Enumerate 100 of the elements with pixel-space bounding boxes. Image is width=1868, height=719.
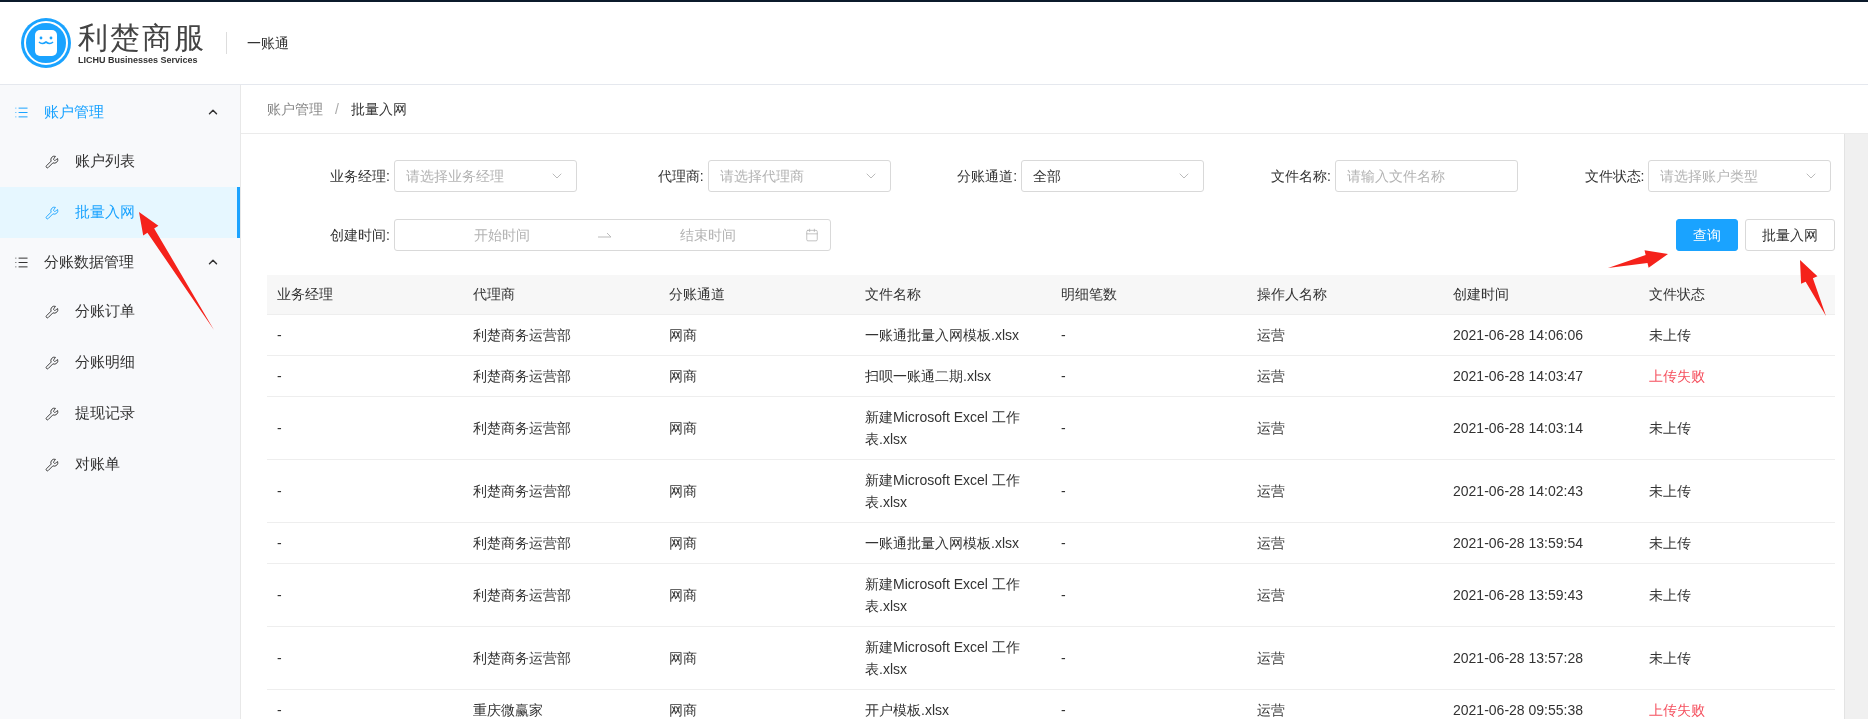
table-cell: - [1051, 355, 1247, 396]
filter-label: 业务经理: [329, 166, 391, 186]
menu-item[interactable]: 分账订单 [0, 286, 240, 337]
table-cell: 2021-06-28 14:02:43 [1443, 459, 1639, 522]
table-cell: 新建Microsoft Excel 工作表.xlsx [855, 563, 1051, 626]
app-name: 一账通 [247, 33, 289, 53]
table-cell: - [1051, 396, 1247, 459]
status-cell: 上传失败 [1639, 689, 1835, 719]
table-cell: - [1051, 626, 1247, 689]
table-cell: 2021-06-28 14:03:14 [1443, 396, 1639, 459]
filter-label: 创建时间: [329, 225, 391, 245]
table-cell: 运营 [1247, 396, 1443, 459]
breadcrumb-item[interactable]: 账户管理 [267, 98, 323, 120]
table-cell: 网商 [659, 689, 855, 719]
filter-label: 文件状态: [1583, 166, 1646, 186]
wrench-icon [45, 304, 59, 319]
table-cell: 新建Microsoft Excel 工作表.xlsx [855, 626, 1051, 689]
table-cell: - [1051, 459, 1247, 522]
table-cell: 2021-06-28 13:59:43 [1443, 563, 1639, 626]
calendar-icon [804, 228, 819, 242]
menu-group[interactable]: 分账数据管理 [0, 238, 240, 286]
column-header: 创建时间 [1443, 275, 1639, 314]
wrench-icon [45, 355, 59, 370]
table-cell: 网商 [659, 522, 855, 563]
menu-group-label: 分账数据管理 [44, 251, 135, 272]
table-cell: - [267, 522, 463, 563]
status-cell: 未上传 [1639, 314, 1835, 355]
mascot-logo-icon [20, 17, 72, 69]
table-cell: 新建Microsoft Excel 工作表.xlsx [855, 396, 1051, 459]
table-cell: - [267, 459, 463, 522]
table-cell: 利楚商务运营部 [463, 522, 659, 563]
status-cell: 未上传 [1639, 396, 1835, 459]
table-cell: - [267, 314, 463, 355]
filter-label: 分账通道: [956, 166, 1019, 186]
table-cell: 网商 [659, 396, 855, 459]
table-cell: 运营 [1247, 689, 1443, 719]
annotation-arrow [1800, 260, 1826, 316]
table-cell: - [1051, 314, 1247, 355]
scrollbar-track[interactable] [1844, 134, 1868, 719]
table-cell: 网商 [659, 459, 855, 522]
table-cell: 网商 [659, 314, 855, 355]
input-field[interactable]: 请输入文件名称 [1334, 160, 1518, 192]
table-cell: - [267, 396, 463, 459]
table-cell: 2021-06-28 14:03:47 [1443, 355, 1639, 396]
menu-item[interactable]: 提现记录 [0, 388, 240, 439]
table-cell: - [1051, 522, 1247, 563]
logo-subtitle: LICHU Businesses Services [78, 54, 199, 66]
table-cell: - [267, 626, 463, 689]
status-cell: 未上传 [1639, 563, 1835, 626]
table-cell: 利楚商务运营部 [463, 459, 659, 522]
table-cell: - [267, 689, 463, 719]
table-cell: 网商 [659, 355, 855, 396]
menu-item[interactable]: 分账明细 [0, 337, 240, 388]
table-cell: 运营 [1247, 314, 1443, 355]
menu-item[interactable]: 账户列表 [0, 136, 240, 187]
batch-button[interactable]: 批量入网 [1745, 219, 1835, 251]
list-icon [14, 254, 29, 270]
status-cell: 上传失败 [1639, 355, 1835, 396]
wrench-icon [45, 205, 59, 220]
table-cell: 2021-06-28 09:55:38 [1443, 689, 1639, 719]
table-cell: 利楚商务运营部 [463, 626, 659, 689]
table-cell: 运营 [1247, 522, 1443, 563]
table-cell: 运营 [1247, 355, 1443, 396]
table-cell: 开户模板.xlsx [855, 689, 1051, 719]
table-cell: 新建Microsoft Excel 工作表.xlsx [855, 459, 1051, 522]
table-cell: 网商 [659, 563, 855, 626]
column-header: 业务经理 [267, 275, 463, 314]
filter-label: 代理商: [656, 166, 705, 186]
menu-item[interactable]: 对账单 [0, 439, 240, 490]
table-cell: 利楚商务运营部 [463, 355, 659, 396]
table-cell: - [1051, 563, 1247, 626]
column-header: 分账通道 [659, 275, 855, 314]
table-cell: - [267, 355, 463, 396]
annotation-arrow [1608, 250, 1668, 268]
table-cell: - [1051, 689, 1247, 719]
table-cell: 网商 [659, 626, 855, 689]
table-cell: 2021-06-28 13:59:54 [1443, 522, 1639, 563]
column-header: 操作人名称 [1247, 275, 1443, 314]
status-cell: 未上传 [1639, 459, 1835, 522]
menu-group-label: 账户管理 [44, 101, 105, 122]
table-cell: 运营 [1247, 563, 1443, 626]
column-header: 明细笔数 [1051, 275, 1247, 314]
table-cell: 扫呗一账通二期.xlsx [855, 355, 1051, 396]
filter-label: 文件名称: [1269, 166, 1332, 186]
logo-title: 利楚商服 [78, 20, 206, 55]
wrench-icon [45, 154, 59, 169]
table-cell: 一账通批量入网模板.xlsx [855, 522, 1051, 563]
status-cell: 未上传 [1639, 522, 1835, 563]
table-cell: 利楚商务运营部 [463, 563, 659, 626]
column-header: 文件名称 [855, 275, 1051, 314]
breadcrumb-separator: / [335, 99, 339, 119]
wrench-icon [45, 457, 59, 472]
list-icon [14, 104, 29, 120]
table-cell: 运营 [1247, 626, 1443, 689]
wrench-icon [45, 406, 59, 421]
select-field[interactable]: 全部 [1021, 160, 1205, 192]
breadcrumb-item: 批量入网 [350, 99, 407, 119]
table-cell: 运营 [1247, 459, 1443, 522]
status-cell: 未上传 [1639, 626, 1835, 689]
table-cell: 一账通批量入网模板.xlsx [855, 314, 1051, 355]
